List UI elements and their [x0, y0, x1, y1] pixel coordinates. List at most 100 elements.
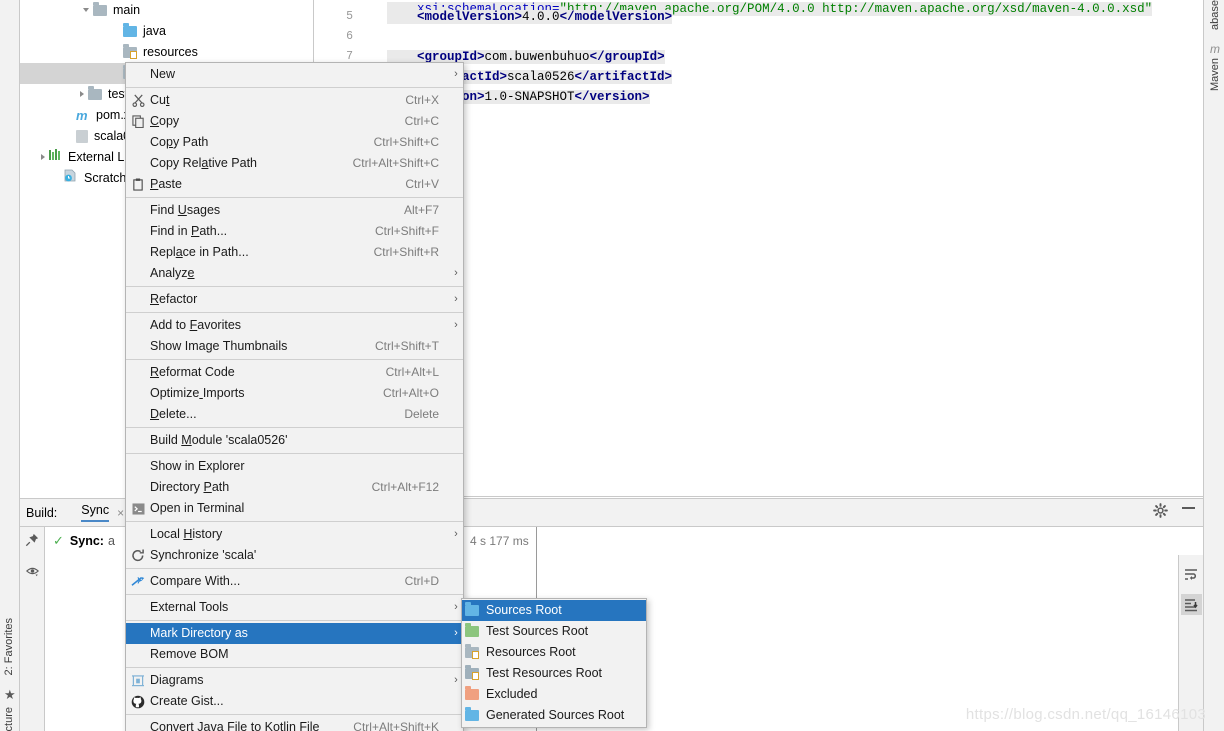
- menu-item-convert-java-file-to-kotlin-file[interactable]: Convert Java File to Kotlin File Ctrl+Alt…: [126, 717, 463, 731]
- menu-item-find-usages[interactable]: Find Usages Alt+F7: [126, 200, 463, 221]
- menu-item-shortcut: Ctrl+V: [405, 177, 439, 191]
- menu-item-shortcut: Ctrl+Shift+F: [374, 224, 439, 238]
- menu-item-shortcut: Ctrl+Alt+Shift+C: [352, 156, 439, 170]
- tree-item-java[interactable]: java: [20, 21, 313, 42]
- menu-item-add-to-favorites[interactable]: Add to Favorites ›: [126, 315, 463, 336]
- menu-item-delete[interactable]: Delete... Delete: [126, 404, 463, 425]
- maven-icon: m: [1210, 42, 1220, 56]
- menu-item-icon: [126, 502, 150, 515]
- submenu-item-excluded[interactable]: Excluded: [462, 684, 646, 705]
- menu-item-shortcut: Ctrl+Alt+F12: [371, 480, 439, 494]
- menu-item-icon: [126, 549, 150, 562]
- menu-item-copy-relative-path[interactable]: Copy Relative Path Ctrl+Alt+Shift+C: [126, 153, 463, 174]
- mark-directory-as-submenu[interactable]: Sources Root Test Sources Root Resources R…: [461, 598, 647, 728]
- minimize-icon[interactable]: [1182, 507, 1195, 509]
- eye-icon[interactable]: [25, 564, 40, 581]
- folder-icon: [88, 86, 102, 100]
- sync-status-detail: a: [107, 534, 115, 548]
- menu-item-new[interactable]: New ›: [126, 64, 463, 85]
- gear-icon[interactable]: [1153, 503, 1168, 518]
- chevron-right-icon: ›: [454, 293, 458, 305]
- menu-item-label: Copy: [150, 114, 180, 128]
- chevron-right-icon[interactable]: [38, 152, 49, 163]
- right-toolwindow-strip: abase m Maven: [1203, 0, 1224, 731]
- menu-item-label: Show Image Thumbnails: [150, 339, 288, 353]
- scroll-to-end-icon[interactable]: [1180, 594, 1202, 615]
- menu-item-local-history[interactable]: Local History ›: [126, 524, 463, 545]
- menu-separator: [126, 594, 463, 595]
- menu-item-shortcut: Alt+F7: [403, 203, 439, 217]
- menu-item-reformat-code[interactable]: Reformat Code Ctrl+Alt+L: [126, 362, 463, 383]
- menu-item-label: External Tools: [150, 600, 229, 614]
- menu-item-show-in-explorer[interactable]: Show in Explorer: [126, 456, 463, 477]
- menu-item-shortcut: Ctrl+Shift+R: [373, 245, 439, 259]
- submenu-item-resources-root[interactable]: Resources Root: [462, 642, 646, 663]
- menu-item-label: Optimize Imports: [150, 386, 245, 400]
- sidebar-item-database[interactable]: abase: [1209, 0, 1221, 30]
- menu-item-label: Find in Path...: [150, 224, 228, 238]
- menu-item-label: Mark Directory as: [150, 626, 248, 640]
- refresh-icon: [132, 549, 144, 562]
- build-duration: 4 s 177 ms: [470, 534, 529, 548]
- menu-item-compare-with[interactable]: Compare With... Ctrl+D: [126, 571, 463, 592]
- submenu-item-sources-root[interactable]: Sources Root: [462, 600, 646, 621]
- menu-item-synchronize-scala[interactable]: Synchronize 'scala': [126, 545, 463, 566]
- context-menu[interactable]: New › Cut Ctrl+X Copy Ctrl+C Copy Path Ctrl+Shi…: [125, 62, 464, 731]
- menu-item-icon: [126, 94, 150, 107]
- menu-item-show-image-thumbnails[interactable]: Show Image Thumbnails Ctrl+Shift+T: [126, 336, 463, 357]
- scratches-icon: [64, 168, 78, 189]
- tree-item-main[interactable]: main: [20, 0, 313, 21]
- tree-item-resources[interactable]: resources: [20, 42, 313, 63]
- menu-item-shortcut: Ctrl+Alt+O: [382, 386, 439, 400]
- menu-item-mark-directory-as[interactable]: Mark Directory as ›: [126, 623, 463, 644]
- submenu-item-test-sources-root[interactable]: Test Sources Root: [462, 621, 646, 642]
- menu-item-copy-path[interactable]: Copy Path Ctrl+Shift+C: [126, 132, 463, 153]
- chevron-down-icon[interactable]: [82, 5, 93, 16]
- menu-item-create-gist[interactable]: Create Gist...: [126, 691, 463, 712]
- menu-item-label: Open in Terminal: [150, 501, 245, 515]
- menu-item-directory-path[interactable]: Directory Path Ctrl+Alt+F12: [126, 477, 463, 498]
- menu-separator: [126, 312, 463, 313]
- module-file-icon: [76, 130, 88, 143]
- pin-icon[interactable]: [25, 533, 39, 550]
- sidebar-item-maven[interactable]: Maven: [1209, 58, 1221, 91]
- menu-separator: [126, 286, 463, 287]
- close-icon[interactable]: ×: [117, 506, 124, 520]
- submenu-item-generated-sources-root[interactable]: Generated Sources Root: [462, 705, 646, 726]
- menu-item-refactor[interactable]: Refactor ›: [126, 289, 463, 310]
- menu-item-shortcut: Ctrl+Alt+L: [385, 365, 439, 379]
- generated-folder-icon: [465, 707, 479, 721]
- sidebar-item-structure[interactable]: cture: [3, 707, 15, 731]
- tab-sync[interactable]: Sync: [81, 503, 110, 522]
- chevron-right-icon[interactable]: [77, 89, 88, 100]
- menu-item-label: Synchronize 'scala': [150, 548, 257, 562]
- menu-item-analyze[interactable]: Analyze ›: [126, 263, 463, 284]
- menu-item-diagrams[interactable]: Diagrams ›: [126, 670, 463, 691]
- menu-item-cut[interactable]: Cut Ctrl+X: [126, 90, 463, 111]
- menu-item-optimize-imports[interactable]: Optimize Imports Ctrl+Alt+O: [126, 383, 463, 404]
- menu-item-external-tools[interactable]: External Tools ›: [126, 597, 463, 618]
- sidebar-item-favorites[interactable]: 2: Favorites: [3, 618, 15, 675]
- menu-item-label: Copy Relative Path: [150, 156, 258, 170]
- menu-item-build-module-scala0526[interactable]: Build Module 'scala0526': [126, 430, 463, 451]
- soft-wrap-icon[interactable]: [1181, 563, 1202, 584]
- chevron-right-icon: ›: [454, 68, 458, 80]
- menu-item-replace-in-path[interactable]: Replace in Path... Ctrl+Shift+R: [126, 242, 463, 263]
- menu-item-icon: [126, 178, 150, 191]
- menu-item-label: Find Usages: [150, 203, 221, 217]
- menu-item-copy[interactable]: Copy Ctrl+C: [126, 111, 463, 132]
- menu-item-remove-bom[interactable]: Remove BOM: [126, 644, 463, 665]
- menu-item-find-in-path[interactable]: Find in Path... Ctrl+Shift+F: [126, 221, 463, 242]
- menu-item-label: New: [150, 67, 176, 81]
- menu-item-label: Directory Path: [150, 480, 230, 494]
- menu-item-open-in-terminal[interactable]: Open in Terminal: [126, 498, 463, 519]
- submenu-item-test-resources-root[interactable]: Test Resources Root: [462, 663, 646, 684]
- submenu-item-label: Generated Sources Root: [486, 708, 625, 722]
- menu-separator: [126, 453, 463, 454]
- menu-item-icon: [126, 674, 150, 687]
- build-label: Build:: [26, 505, 58, 520]
- watermark: https://blog.csdn.net/qq_16146103: [965, 706, 1206, 723]
- menu-item-paste[interactable]: Paste Ctrl+V: [126, 174, 463, 195]
- line-number: 6: [346, 30, 353, 43]
